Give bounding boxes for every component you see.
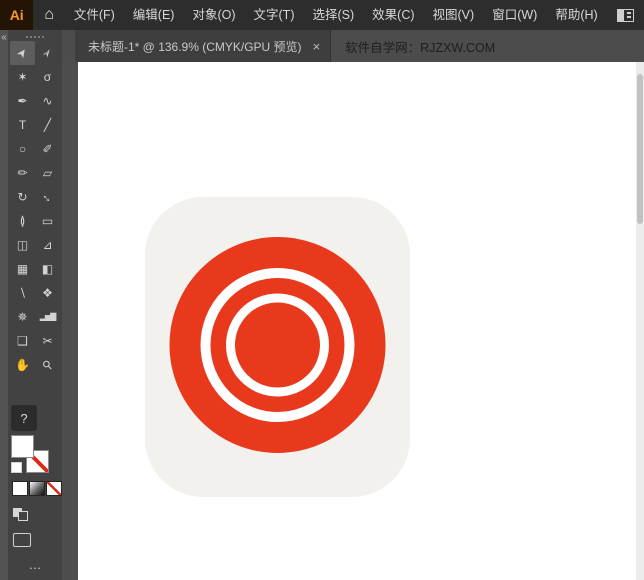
- illustrator-logo[interactable]: Ai: [0, 0, 33, 30]
- direct-selection-tool[interactable]: ➢: [35, 41, 60, 65]
- zoom-tool[interactable]: ⚲: [35, 353, 60, 377]
- pencil-tool[interactable]: ✏: [10, 161, 35, 185]
- tab-close-icon[interactable]: ×: [313, 40, 321, 53]
- vertical-scrollbar[interactable]: [636, 62, 644, 580]
- menu-bar: Ai ⌂ 文件(F) 编辑(E) 对象(O) 文字(T) 选择(S) 效果(C)…: [0, 0, 644, 30]
- type-tool-icon: T: [19, 119, 26, 131]
- dock-collapse-strip: «: [0, 30, 8, 580]
- direct-selection-tool-icon: ➢: [40, 45, 56, 60]
- selection-tool-icon: ➤: [15, 45, 31, 60]
- menu-help[interactable]: 帮助(H): [546, 0, 606, 30]
- graph-tool-icon: ▂▅▇: [40, 313, 55, 321]
- rotate-tool[interactable]: ↻: [10, 185, 35, 209]
- pen-tool[interactable]: ✒: [10, 89, 35, 113]
- help-box[interactable]: ?: [11, 405, 37, 431]
- help-box-glyph: ?: [20, 411, 27, 426]
- app-icon-artwork[interactable]: [145, 197, 410, 497]
- menu-view[interactable]: 视图(V): [424, 0, 484, 30]
- gradient-tool-icon: ◧: [42, 263, 53, 275]
- screen-mode-button[interactable]: [13, 533, 31, 547]
- slice-tool[interactable]: ✂: [35, 329, 60, 353]
- vertical-scrollbar-thumb[interactable]: [637, 74, 643, 224]
- perspective-grid-tool[interactable]: ⊿: [35, 233, 60, 257]
- color-mode-row: [12, 481, 62, 496]
- menu-file[interactable]: 文件(F): [65, 0, 124, 30]
- menu-type[interactable]: 文字(T): [245, 0, 304, 30]
- home-icon[interactable]: ⌂: [33, 0, 64, 30]
- scale-tool-icon: ↔: [39, 189, 56, 206]
- blend-tool[interactable]: ❖: [35, 281, 60, 305]
- graph-tool[interactable]: ▂▅▇: [35, 305, 60, 329]
- document-tab[interactable]: 未标题-1* @ 136.9% (CMYK/GPU 预览) ×: [75, 30, 331, 62]
- rotate-tool-icon: ↻: [17, 191, 27, 203]
- menu-edit[interactable]: 编辑(E): [124, 0, 184, 30]
- shape-builder-tool-icon: ◫: [17, 239, 28, 251]
- drawing-modes-button[interactable]: [13, 508, 29, 521]
- line-segment-tool[interactable]: ╱: [35, 113, 60, 137]
- tools-dock: « ➤ ➢ ✶ σ ✒ ∿ T ╱ ○ ✐ ✏ ▱ ↻ ↔ ≬ ▭ ◫ ⊿ ▦ …: [0, 30, 62, 580]
- symbol-sprayer-tool-icon: ✵: [17, 311, 27, 323]
- workspace-switcher-button[interactable]: [607, 0, 644, 30]
- width-tool[interactable]: ≬: [10, 209, 35, 233]
- color-button[interactable]: [12, 481, 28, 496]
- paintbrush-tool[interactable]: ✐: [35, 137, 60, 161]
- slice-tool-icon: ✂: [42, 335, 52, 347]
- fill-stroke-control: [11, 435, 49, 473]
- draw-behind-icon: [18, 511, 28, 521]
- shape-builder-tool[interactable]: ◫: [10, 233, 35, 257]
- free-transform-tool-icon: ▭: [42, 215, 53, 227]
- eyedropper-tool[interactable]: ∖: [10, 281, 35, 305]
- pen-tool-icon: ✒: [17, 95, 27, 107]
- eyedropper-tool-icon: ∖: [19, 287, 27, 299]
- menu-effect[interactable]: 效果(C): [363, 0, 423, 30]
- ellipse-tool[interactable]: ○: [10, 137, 35, 161]
- toolbar-panel: ➤ ➢ ✶ σ ✒ ∿ T ╱ ○ ✐ ✏ ▱ ↻ ↔ ≬ ▭ ◫ ⊿ ▦ ◧ …: [8, 30, 62, 580]
- watermark-text: 软件自学网：RJZXW.COM: [331, 30, 495, 62]
- artboard-tool-icon: ❑: [17, 335, 28, 347]
- none-button[interactable]: [46, 481, 62, 496]
- mesh-tool-icon: ▦: [17, 263, 28, 275]
- pencil-tool-icon: ✏: [17, 167, 27, 179]
- symbol-sprayer-tool[interactable]: ✵: [10, 305, 35, 329]
- line-segment-tool-icon: ╱: [44, 119, 51, 131]
- artboard-canvas[interactable]: [78, 62, 636, 580]
- lasso-tool[interactable]: σ: [35, 65, 60, 89]
- hand-tool-icon: ✋: [15, 359, 30, 371]
- gradient-button[interactable]: [29, 481, 45, 496]
- curvature-tool[interactable]: ∿: [35, 89, 60, 113]
- scale-tool[interactable]: ↔: [35, 185, 60, 209]
- hand-tool[interactable]: ✋: [10, 353, 35, 377]
- gradient-tool[interactable]: ◧: [35, 257, 60, 281]
- selection-tool[interactable]: ➤: [10, 41, 35, 65]
- magic-wand-tool[interactable]: ✶: [10, 65, 35, 89]
- zoom-tool-icon: ⚲: [40, 358, 55, 373]
- paintbrush-tool-icon: ✐: [42, 143, 52, 155]
- menu-window[interactable]: 窗口(W): [483, 0, 546, 30]
- artboard-tool[interactable]: ❑: [10, 329, 35, 353]
- eraser-tool-icon: ▱: [43, 167, 52, 179]
- default-fill-stroke-icon[interactable]: [11, 462, 22, 473]
- fill-swatch[interactable]: [11, 435, 34, 458]
- ellipse-tool-icon: ○: [19, 143, 26, 155]
- workspace-switcher-icon: [617, 9, 634, 22]
- document-tab-label: 未标题-1* @ 136.9% (CMYK/GPU 预览): [88, 38, 302, 55]
- menu-select[interactable]: 选择(S): [303, 0, 363, 30]
- edit-toolbar-ellipsis[interactable]: …: [29, 557, 42, 572]
- eraser-tool[interactable]: ▱: [35, 161, 60, 185]
- toolbar-drag-handle[interactable]: [26, 36, 44, 38]
- lasso-tool-icon: σ: [44, 71, 51, 83]
- mesh-tool[interactable]: ▦: [10, 257, 35, 281]
- blend-tool-icon: ❖: [42, 287, 53, 299]
- tools-grid: ➤ ➢ ✶ σ ✒ ∿ T ╱ ○ ✐ ✏ ▱ ↻ ↔ ≬ ▭ ◫ ⊿ ▦ ◧ …: [10, 41, 60, 377]
- type-tool[interactable]: T: [10, 113, 35, 137]
- curvature-tool-icon: ∿: [42, 95, 52, 107]
- menu-object[interactable]: 对象(O): [183, 0, 244, 30]
- magic-wand-tool-icon: ✶: [17, 71, 27, 83]
- width-tool-icon: ≬: [20, 215, 26, 227]
- free-transform-tool[interactable]: ▭: [35, 209, 60, 233]
- document-tab-bar: 未标题-1* @ 136.9% (CMYK/GPU 预览) × 软件自学网：RJ…: [62, 30, 644, 62]
- perspective-grid-tool-icon: ⊿: [42, 239, 52, 251]
- collapse-panel-icon[interactable]: «: [1, 32, 7, 44]
